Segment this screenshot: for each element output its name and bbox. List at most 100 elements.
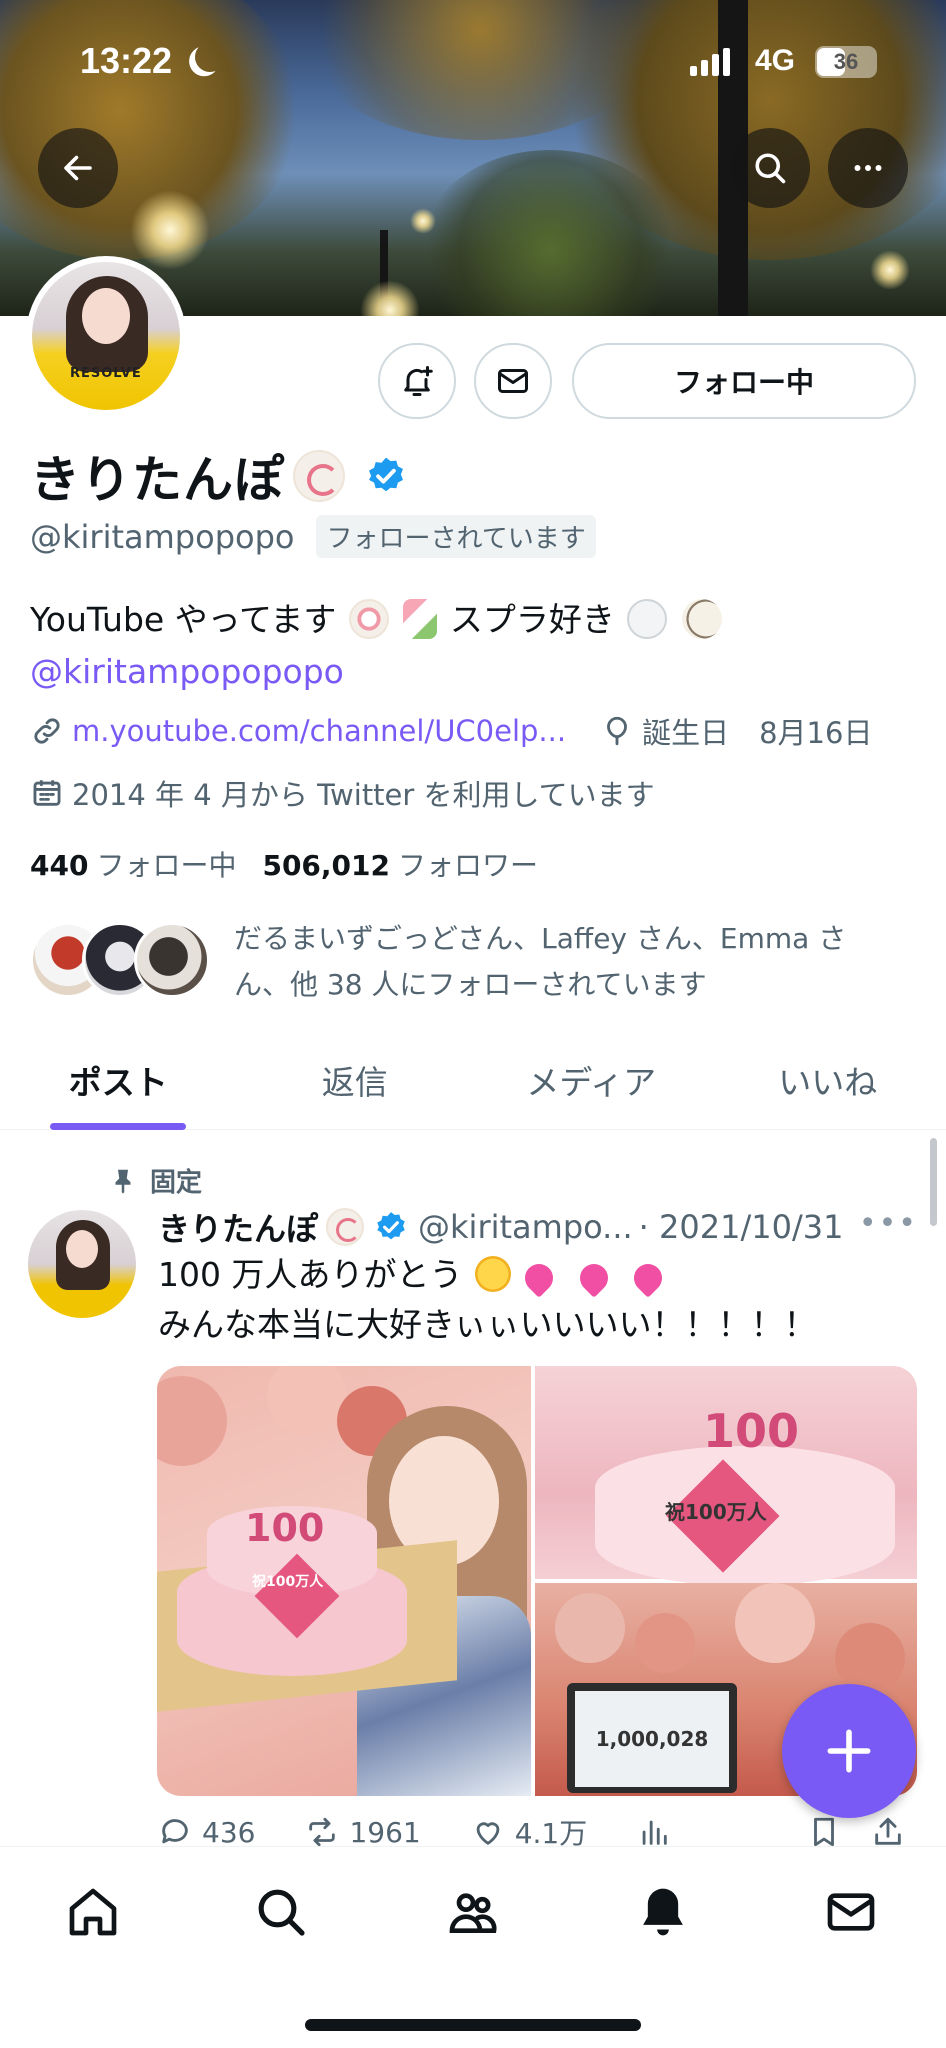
nav-communities[interactable] — [438, 1877, 508, 1947]
nav-home[interactable] — [58, 1877, 128, 1947]
media-image-1[interactable]: 100 祝100万人 — [157, 1366, 531, 1796]
verified-badge-icon[interactable] — [365, 455, 407, 497]
naruto-emoji-icon — [326, 1208, 365, 1246]
tab-replies[interactable]: 返信 — [237, 1030, 474, 1129]
crying-face-icon — [474, 1256, 511, 1292]
views-button[interactable] — [637, 1815, 671, 1849]
handle-row: @kiritampopopo フォローされています — [30, 515, 596, 558]
status-time: 13:22 — [80, 40, 173, 81]
following-stat[interactable]: 440 フォロー中 — [30, 844, 236, 884]
notify-button[interactable] — [378, 343, 456, 419]
reply-button[interactable]: 436 — [158, 1815, 255, 1849]
sheep-emoji-icon — [681, 599, 722, 639]
post-text: 100 万人ありがとう みんな本当に大好きぃぃいいいい！！！！！ — [158, 1250, 918, 1350]
dango-emoji-icon — [403, 599, 438, 639]
following-button-label: フォロー中 — [673, 366, 814, 399]
message-button[interactable] — [474, 343, 552, 419]
naruto-emoji-icon — [348, 599, 389, 639]
bell-icon — [643, 1888, 683, 1936]
envelope-icon — [827, 1893, 875, 1931]
home-indicator — [305, 2019, 641, 2031]
thought-bubble-icon — [627, 599, 668, 639]
more-icon — [854, 165, 882, 171]
battery-icon: 36 — [815, 46, 877, 78]
tab-posts[interactable]: ポスト — [0, 1030, 237, 1129]
birthday-label: 誕生日 — [642, 716, 730, 750]
profile-link[interactable]: m.youtube.com/channel/UC0elp... — [72, 714, 566, 748]
cake-text-2: 祝100万人 — [665, 1500, 767, 1524]
profile-tabs: ポスト 返信 メディア いいね — [0, 1030, 946, 1130]
following-button[interactable]: フォロー中 — [572, 343, 916, 419]
bell-plus-icon — [404, 366, 433, 396]
home-icon — [69, 1888, 117, 1936]
battery-level: 36 — [833, 49, 859, 74]
status-bar: 13:22 4G 36 — [0, 0, 946, 120]
network-type: 4G — [755, 44, 796, 77]
followers-stat[interactable]: 506,012 フォロワー — [262, 844, 538, 884]
post-handle: @kiritampo... — [418, 1208, 633, 1246]
tab-media[interactable]: メディア — [473, 1030, 710, 1129]
bar-chart-icon — [642, 1820, 667, 1845]
bio-text-b: スプラ好き — [449, 600, 615, 639]
moon-icon — [191, 38, 229, 76]
profile-bio: YouTube やってます スプラ好き @kiritampopopopo — [30, 594, 724, 698]
post-text-line2: みんな本当に大好きぃぃいいいい！！！！！ — [158, 1305, 817, 1344]
profile-avatar[interactable]: RESOLVE — [26, 256, 186, 416]
followers-label: フォロワー — [398, 849, 539, 882]
compose-button[interactable] — [782, 1684, 916, 1818]
hearts-icon — [574, 1258, 614, 1298]
birthday-date: 8月16日 — [759, 716, 873, 750]
reply-icon — [162, 1819, 188, 1844]
link-icon — [34, 718, 60, 744]
post-author[interactable]: きりたんぽ — [158, 1204, 318, 1250]
profile-meta-row: m.youtube.com/channel/UC0elp... 誕生日 8月16… — [30, 710, 872, 752]
post-avatar[interactable] — [28, 1210, 136, 1318]
mutual-avatars — [30, 922, 210, 1002]
nav-messages[interactable] — [816, 1877, 886, 1947]
bio-mention-link[interactable]: @kiritampopopopo — [30, 646, 724, 698]
balloon-icon — [607, 716, 628, 746]
tab-likes[interactable]: いいね — [710, 1030, 946, 1129]
more-button[interactable] — [828, 128, 908, 208]
hearts-icon — [628, 1258, 669, 1298]
signal-icon — [690, 48, 730, 76]
nav-notifications[interactable] — [628, 1877, 698, 1947]
subscriber-counter: 1,000,028 — [575, 1691, 729, 1787]
scroll-indicator[interactable] — [930, 1138, 937, 1226]
share-icon — [875, 1817, 901, 1845]
joined-row: 2014 年 4 月から Twitter を利用しています — [30, 772, 655, 814]
envelope-icon — [498, 369, 528, 393]
share-button[interactable] — [871, 1815, 905, 1849]
heart-icon — [476, 1822, 500, 1845]
media-image-2[interactable]: 100 祝100万人 — [535, 1366, 917, 1586]
profile-name-row: きりたんぽ — [30, 440, 407, 512]
post-date: · 2021/10/31 — [638, 1208, 844, 1246]
repost-button[interactable]: 1961 — [305, 1815, 421, 1849]
profile-handle: @kiritampopopo — [30, 517, 295, 556]
repost-count: 1961 — [349, 1815, 421, 1849]
post-header: きりたんぽ @kiritampo... · 2021/10/31 — [158, 1204, 918, 1250]
post-more-icon[interactable]: ••• — [859, 1206, 918, 1241]
verified-badge-icon — [377, 1212, 405, 1240]
back-button[interactable] — [38, 128, 118, 208]
hearts-icon — [519, 1258, 560, 1298]
cake-number: 100 — [245, 1506, 325, 1550]
bookmark-button[interactable] — [807, 1815, 841, 1849]
display-name: きりたんぽ — [30, 451, 285, 509]
bookmark-icon — [814, 1817, 835, 1847]
search-button[interactable] — [730, 128, 810, 208]
calendar-icon — [33, 780, 61, 806]
joined-date: 2014 年 4 月から Twitter を利用しています — [72, 778, 655, 812]
repost-icon — [309, 1817, 336, 1847]
search-icon — [258, 1889, 305, 1936]
follow-stats: 440 フォロー中 506,012 フォロワー — [30, 844, 538, 884]
mutual-followers-text: だるまいずごっどさん、Laffey さん、Emma さん、他 38 人にフォロー… — [234, 922, 847, 1001]
bio-text: YouTube やってます — [30, 600, 337, 639]
mutual-followers[interactable]: だるまいずごっどさん、Laffey さん、Emma さん、他 38 人にフォロー… — [30, 916, 884, 1008]
bottom-navigation — [0, 1846, 946, 2048]
pin-icon — [115, 1169, 131, 1193]
nav-search[interactable] — [246, 1877, 316, 1947]
laptop-screen: 1,000,028 — [567, 1683, 737, 1793]
cake-text: 祝100万人 — [252, 1574, 324, 1590]
reply-count: 436 — [202, 1815, 256, 1849]
